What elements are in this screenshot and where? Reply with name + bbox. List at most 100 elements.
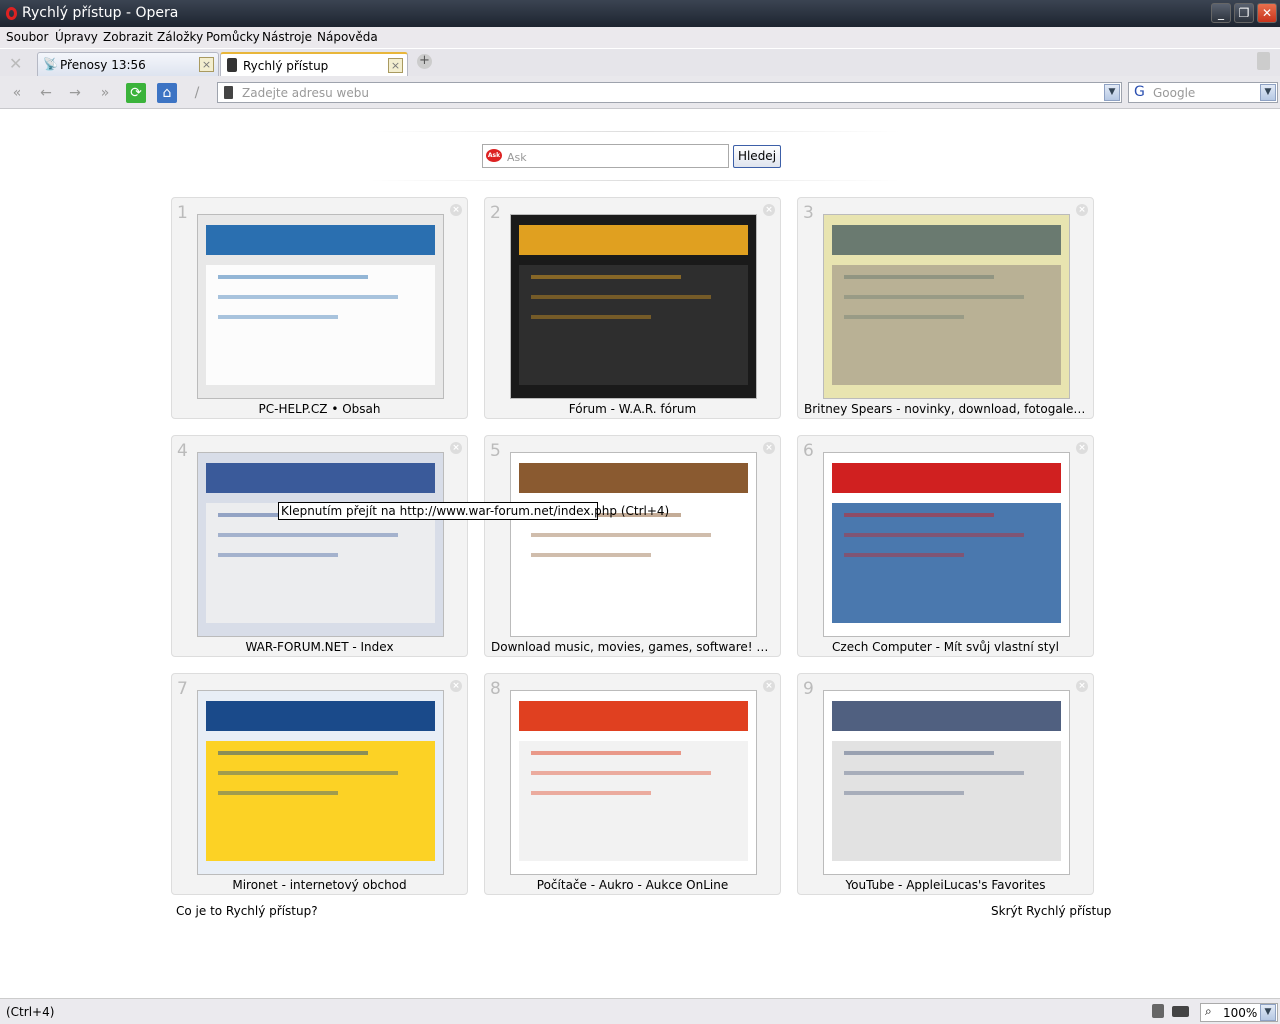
tile-caption: WAR-FORUM.NET - Index [245,640,394,654]
address-placeholder: Zadejte adresu webu [242,86,369,100]
zoom-value: 100% [1223,1006,1258,1020]
address-field[interactable]: Zadejte adresu webu ▼ [217,82,1122,103]
tile-close-button[interactable]: × [450,680,462,692]
speed-dial-tile[interactable]: 2 × Fórum - W.A.R. fórum [484,197,781,419]
tile-thumbnail[interactable] [823,690,1070,875]
zoom-control[interactable]: ⌕ 100% ▼ [1200,1003,1278,1022]
tile-close-button[interactable]: × [763,442,775,454]
trash-icon[interactable] [1257,52,1270,70]
status-text: (Ctrl+4) [6,1005,55,1019]
tile-caption: Czech Computer - Mít svůj vlastní styl [832,640,1059,654]
menu-napoveda[interactable]: Nápověda [317,30,378,44]
tab-close-button[interactable]: × [388,58,403,73]
speed-dial-tile[interactable]: 6 × Czech Computer - Mít svůj vlastní st… [797,435,1094,657]
tile-thumbnail[interactable] [510,452,757,637]
tile-close-button[interactable]: × [450,204,462,216]
tile-thumbnail[interactable] [197,214,444,399]
tab-bar: ✕ 📡 Přenosy 13:56 × Rychlý přístup × + [0,48,1280,77]
page-icon [224,86,233,99]
tile-close-button[interactable]: × [450,442,462,454]
rewind-icon[interactable]: « [7,83,27,103]
forward-icon[interactable]: → [65,83,85,103]
tab-label: Rychlý přístup [243,59,329,73]
window-title: Rychlý přístup - Opera [22,5,179,21]
tooltip: Klepnutím přejít na http://www.war-forum… [278,502,669,520]
zoom-dropdown-button[interactable]: ▼ [1260,1004,1276,1021]
tile-close-button[interactable]: × [1076,680,1088,692]
ask-placeholder: Ask [507,151,527,164]
tile-caption: YouTube - AppleiLucas's Favorites [845,878,1046,892]
minimize-button[interactable]: _ [1211,3,1231,23]
reload-icon[interactable]: ⟳ [126,83,146,103]
back-icon[interactable]: ← [36,83,56,103]
camera-icon[interactable] [1172,1006,1189,1017]
ask-search-input[interactable]: Ask Ask [482,144,729,168]
tile-thumbnail[interactable] [510,690,757,875]
speed-dial-tile[interactable]: 8 × Počítače - Aukro - Aukce OnLine [484,673,781,895]
menu-nastroje[interactable]: Nástroje [262,30,312,44]
tile-number: 7 [177,679,188,699]
tile-thumbnail[interactable] [197,452,444,637]
close-button[interactable]: ✕ [1257,3,1277,23]
speed-dial-tile[interactable]: 1 × PC-HELP.CZ • Obsah [171,197,468,419]
tile-caption: Britney Spears - novinky, download, foto… [804,402,1087,416]
tab-transfers[interactable]: 📡 Přenosy 13:56 × [37,52,219,77]
tools-icon[interactable]: ✕ [9,54,22,73]
tile-number: 4 [177,441,188,461]
panel-icon[interactable] [1152,1004,1164,1018]
search-dropdown-button[interactable]: ▼ [1260,84,1276,101]
tile-number: 6 [803,441,814,461]
menu-upravy[interactable]: Úpravy [55,30,98,44]
menu-bar: Soubor Úpravy Zobrazit Záložky Pomůcky N… [0,27,1280,48]
menu-pomucky[interactable]: Pomůcky [206,30,260,44]
fast-forward-icon[interactable]: » [95,83,115,103]
transfers-icon: 📡 [43,57,58,71]
tile-caption: Fórum - W.A.R. fórum [568,402,697,416]
new-tab-button[interactable]: + [417,54,432,69]
google-icon: G [1134,84,1145,100]
help-link[interactable]: Co je to Rychlý přístup? [176,904,318,918]
tile-number: 3 [803,203,814,223]
tile-thumbnail[interactable] [823,452,1070,637]
divider [370,180,900,181]
tile-close-button[interactable]: × [763,204,775,216]
menu-soubor[interactable]: Soubor [6,30,48,44]
speed-dial-tile[interactable]: 4 × WAR-FORUM.NET - Index [171,435,468,657]
edit-icon[interactable]: / [187,83,207,103]
navigation-bar: « ← → » ⟳ ⌂ / Zadejte adresu webu ▼ G Go… [0,76,1280,109]
tile-number: 9 [803,679,814,699]
speed-dial-tile[interactable]: 5 × Download music, movies, games, softw… [484,435,781,657]
home-icon[interactable]: ⌂ [157,83,177,103]
tile-number: 8 [490,679,501,699]
tile-close-button[interactable]: × [763,680,775,692]
divider [370,131,900,132]
zoom-icon: ⌕ [1205,1004,1212,1018]
menu-zobrazit[interactable]: Zobrazit [103,30,153,44]
tile-caption: PC-HELP.CZ • Obsah [258,402,381,416]
address-dropdown-button[interactable]: ▼ [1104,84,1120,101]
tile-close-button[interactable]: × [1076,204,1088,216]
tab-close-button[interactable]: × [199,57,214,72]
speed-dial-tile[interactable]: 3 × Britney Spears - novinky, download, … [797,197,1094,419]
ask-icon: Ask [486,149,502,162]
tile-close-button[interactable]: × [1076,442,1088,454]
tab-speed-dial[interactable]: Rychlý přístup × [220,52,408,77]
restore-button[interactable]: ❐ [1234,3,1254,23]
speed-dial-tile[interactable]: 7 × Mironet - internetový obchod [171,673,468,895]
search-placeholder: Google [1153,86,1196,100]
speed-dial-tile[interactable]: 9 × YouTube - AppleiLucas's Favorites [797,673,1094,895]
tab-label: Přenosy 13:56 [60,58,146,72]
tile-thumbnail[interactable] [510,214,757,399]
tile-caption: Mironet - internetový obchod [232,878,407,892]
tile-thumbnail[interactable] [823,214,1070,399]
search-button[interactable]: Hledej [733,145,781,168]
tile-number: 1 [177,203,188,223]
tile-caption: Download music, movies, games, software!… [491,640,774,654]
menu-zalozky[interactable]: Záložky [157,30,203,44]
search-field[interactable]: G Google ▼ [1128,82,1278,103]
title-bar: Rychlý přístup - Opera _ ❐ ✕ [0,0,1280,27]
opera-logo-icon [6,7,17,20]
hide-speed-dial-link[interactable]: Skrýt Rychlý přístup [991,904,1111,918]
tile-thumbnail[interactable] [197,690,444,875]
status-bar: (Ctrl+4) ⌕ 100% ▼ [0,998,1280,1024]
